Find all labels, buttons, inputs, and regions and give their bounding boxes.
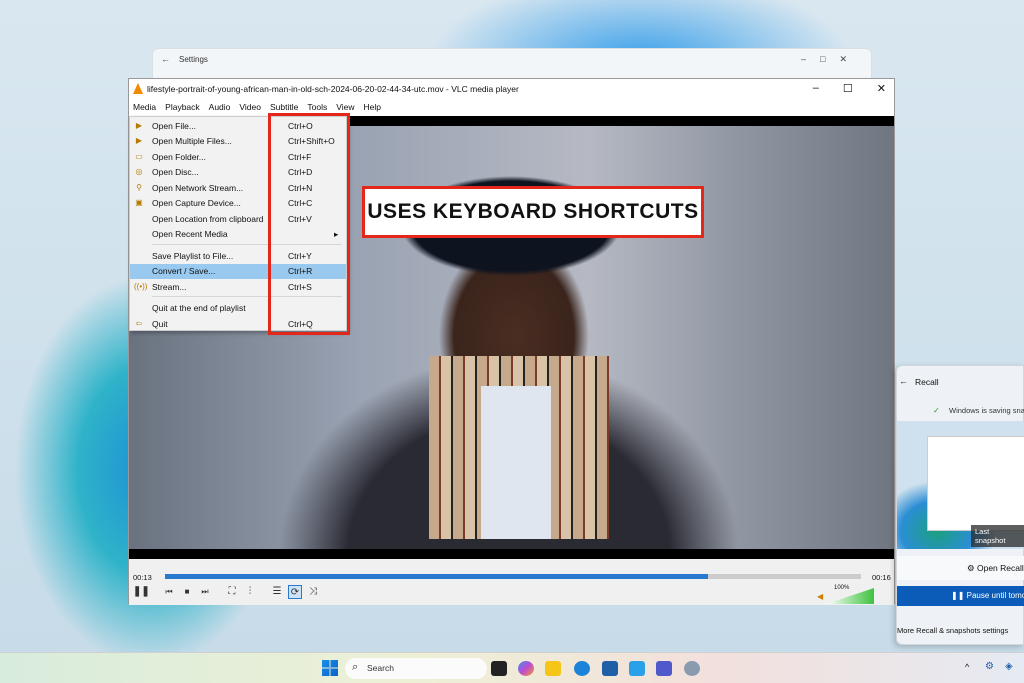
pause-recall-button[interactable]: ❚❚ Pause until tomorrow	[897, 586, 1024, 606]
menu-item-label: Open Capture Device...	[152, 198, 241, 208]
annotation-label: USES KEYBOARD SHORTCUTS	[362, 186, 704, 238]
menu-item-label: Quit	[152, 319, 168, 329]
seek-bar[interactable]	[165, 574, 861, 579]
menu-help[interactable]: Help	[359, 99, 385, 116]
pause-icon: ❚❚	[951, 591, 967, 600]
more-settings-link[interactable]: More Recall & snapshots settings	[897, 626, 1008, 635]
previous-button[interactable]: ⏮	[162, 585, 176, 599]
folder-icon: ▭	[135, 152, 143, 161]
stop-button[interactable]: ■	[180, 585, 194, 599]
edge-icon[interactable]	[574, 661, 590, 676]
menu-video[interactable]: Video	[235, 99, 266, 116]
menu-bar: Media Playback Audio Video Subtitle Tool…	[129, 99, 894, 116]
time-total: 00:16	[872, 573, 891, 582]
speaker-icon[interactable]: ◀	[817, 592, 823, 601]
title-bar: lifestyle-portrait-of-young-african-man-…	[129, 79, 894, 99]
settings-window-controls[interactable]: –□✕	[801, 54, 861, 65]
thumbnail-window	[927, 436, 1024, 531]
copilot-icon[interactable]	[518, 661, 534, 676]
menu-item-label: Save Playlist to File...	[152, 251, 234, 261]
recall-title: Recall	[915, 377, 939, 387]
network-icon[interactable]: ◈	[1005, 661, 1013, 672]
file-explorer-icon[interactable]	[545, 661, 561, 676]
back-icon[interactable]: ←	[161, 54, 170, 64]
taskbar: ⌕ Search ^ ⚙ ◈	[0, 652, 1024, 683]
next-button[interactable]: ⏭	[198, 585, 212, 599]
playback-controls: 00:13 00:16 ❚❚ ⏮ ■ ⏭ ⛶ ⫶ ☰ ⟳ ⤨ ◀ 100%	[129, 559, 894, 605]
recall-flyout: ← Recall ✓ Windows is saving snapshots L…	[896, 365, 1024, 645]
recall-tray-icon[interactable]: ⚙	[985, 661, 994, 672]
seek-progress	[165, 574, 708, 579]
recall-icon: ⚙	[967, 563, 977, 573]
recall-status: Windows is saving snapshots	[949, 406, 1024, 415]
extended-settings-button[interactable]: ⫶	[243, 585, 257, 599]
menu-item-label: Open Recent Media	[152, 229, 228, 239]
menu-item-label: Open Disc...	[152, 167, 199, 177]
video-shirt	[481, 386, 551, 539]
maximize-button[interactable]: ☐	[843, 82, 853, 95]
stream-icon: ((•))	[134, 282, 148, 291]
menu-item-label: Open Multiple Files...	[152, 136, 232, 146]
store-icon[interactable]	[602, 661, 618, 676]
open-recall-button[interactable]: ⚙ Open Recall	[897, 556, 1024, 580]
files-icon: ▶	[135, 136, 143, 145]
menu-media[interactable]: Media	[129, 99, 161, 116]
settings-icon[interactable]	[684, 661, 700, 676]
taskbar-search[interactable]: ⌕ Search	[345, 658, 487, 679]
teams-icon[interactable]	[656, 661, 672, 676]
menu-playback[interactable]: Playback	[161, 99, 205, 116]
window-title: lifestyle-portrait-of-young-african-man-…	[147, 84, 519, 94]
thumbnail-caption: Last snapshot	[971, 525, 1024, 547]
pause-button[interactable]: ❚❚	[133, 585, 150, 599]
search-icon: ⌕	[352, 661, 359, 673]
task-view-icon[interactable]	[491, 661, 507, 676]
time-elapsed: 00:13	[133, 573, 152, 582]
capture-icon: ▣	[135, 198, 143, 207]
settings-title: Settings	[179, 55, 208, 64]
menu-item-label: Open File...	[152, 121, 196, 131]
power-automate-icon[interactable]	[629, 661, 645, 676]
shuffle-button[interactable]: ⤨	[306, 585, 320, 599]
fullscreen-button[interactable]: ⛶	[225, 585, 239, 599]
menu-item-label: Open Folder...	[152, 152, 206, 162]
shortcut-highlight-box	[268, 113, 350, 335]
back-icon[interactable]: ←	[899, 376, 908, 386]
chevron-up-icon[interactable]: ^	[965, 662, 969, 672]
menu-audio[interactable]: Audio	[205, 99, 236, 116]
menu-item-label: Open Location from clipboard	[152, 214, 264, 224]
loop-button[interactable]: ⟳	[288, 585, 302, 599]
snapshot-thumbnail[interactable]: Last snapshot	[897, 421, 1024, 549]
network-icon: ⚲	[136, 183, 142, 192]
menu-item-label: Stream...	[152, 282, 187, 292]
menu-item-label: Quit at the end of playlist	[152, 303, 246, 313]
vlc-window: lifestyle-portrait-of-young-african-man-…	[128, 78, 895, 605]
menu-item-label: Convert / Save...	[152, 266, 216, 276]
check-icon: ✓	[933, 406, 940, 415]
minimize-button[interactable]: –	[813, 82, 819, 95]
quit-icon: ⇦	[135, 319, 143, 328]
disc-icon: ◎	[135, 167, 143, 176]
start-icon[interactable]	[322, 660, 338, 676]
vlc-cone-icon	[133, 83, 143, 94]
menu-item-label: Open Network Stream...	[152, 183, 244, 193]
playlist-button[interactable]: ☰	[270, 585, 284, 599]
close-button[interactable]: ✕	[877, 82, 886, 95]
file-play-icon: ▶	[135, 121, 143, 130]
volume-level: 100%	[834, 585, 850, 591]
